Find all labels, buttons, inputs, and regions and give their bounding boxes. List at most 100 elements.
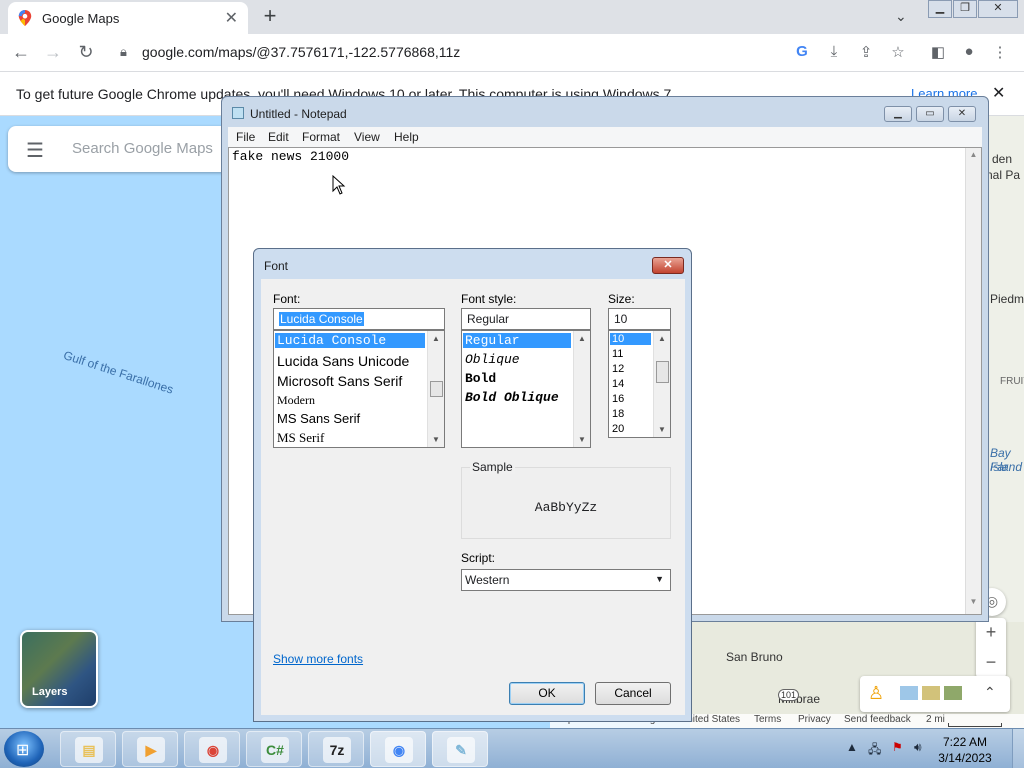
layers-button[interactable]: Layers — [20, 630, 98, 708]
script-select[interactable]: Western ▼ — [461, 569, 671, 591]
start-button[interactable]: ⊞ — [4, 731, 44, 767]
font-list-scrollbar[interactable]: ▲ ▼ — [427, 331, 444, 447]
send-feedback-link[interactable]: Send feedback — [844, 714, 911, 725]
menu-format[interactable]: Format — [302, 130, 340, 144]
notepad-minimize-icon[interactable]: ▁ — [884, 106, 912, 122]
scroll-down-icon[interactable]: ▼ — [574, 435, 590, 444]
share-icon[interactable]: ⇪ — [856, 43, 876, 61]
font-list-item[interactable]: Lucida Sans Unicode — [275, 353, 409, 369]
url-text[interactable]: google.com/maps/@37.7576171,-122.5776868… — [142, 44, 460, 60]
size-item[interactable]: 12 — [610, 363, 624, 375]
forward-icon[interactable]: → — [40, 40, 66, 66]
scroll-down-icon[interactable]: ▼ — [966, 597, 981, 606]
font-list[interactable]: Lucida Console Lucida Sans Unicode Micro… — [273, 330, 445, 448]
cancel-button[interactable]: Cancel — [595, 682, 671, 705]
show-desktop-button[interactable] — [1012, 729, 1024, 768]
infobar-close-icon[interactable]: ✕ — [992, 83, 1005, 103]
notepad-content[interactable]: fake news 21000 — [232, 149, 349, 164]
size-item[interactable]: 16 — [610, 393, 624, 405]
font-list-item[interactable]: Modern — [275, 393, 315, 408]
size-item[interactable]: 11 — [610, 348, 623, 360]
font-style-item[interactable]: Oblique — [463, 352, 520, 367]
expand-up-icon[interactable]: ⌃ — [984, 684, 996, 701]
font-dialog-close-icon[interactable]: ✕ — [652, 257, 684, 274]
size-list-scrollbar[interactable]: ▲ ▼ — [653, 331, 670, 437]
close-window-icon[interactable]: ✕ — [978, 0, 1018, 18]
profile-avatar-icon[interactable]: ● — [959, 43, 979, 60]
scroll-up-icon[interactable]: ▲ — [574, 334, 590, 343]
action-center-flag-icon[interactable]: ⚑ — [892, 740, 903, 754]
network-icon[interactable]: 🖧︎ — [868, 740, 881, 761]
new-tab-button[interactable]: + — [258, 5, 282, 29]
side-panel-icon[interactable]: ◧ — [928, 43, 948, 61]
lock-icon[interactable]: 🔒︎ — [120, 44, 127, 60]
bookmark-star-icon[interactable]: ☆ — [888, 43, 908, 61]
taskbar-app-chrome-window[interactable]: ◉ — [370, 731, 426, 767]
notepad-scrollbar[interactable]: ▲ ▼ — [965, 148, 981, 614]
install-icon[interactable]: ⤓ — [824, 43, 844, 60]
google-lens-icon[interactable]: G — [792, 43, 812, 60]
font-list-item[interactable]: MS Sans Serif — [275, 411, 360, 426]
restore-icon[interactable]: ❐ — [953, 0, 977, 18]
menu-view[interactable]: View — [354, 130, 380, 144]
notepad-maximize-icon[interactable]: ▭ — [916, 106, 944, 122]
tab-google-maps[interactable]: Google Maps ✕ — [8, 2, 248, 34]
font-style-list[interactable]: Regular Oblique Bold Bold Oblique ▲ ▼ — [461, 330, 591, 448]
back-icon[interactable]: ← — [8, 40, 34, 66]
font-list-item[interactable]: Microsoft Sans Serif — [275, 373, 402, 389]
font-list-item[interactable]: MS Serif — [275, 430, 324, 446]
scroll-up-icon[interactable]: ▲ — [654, 334, 670, 343]
size-item[interactable]: 14 — [610, 378, 624, 390]
show-hidden-icons-icon[interactable]: ▲ — [846, 740, 858, 754]
menu-help[interactable]: Help — [394, 130, 419, 144]
minimize-icon[interactable]: ▁ — [928, 0, 952, 18]
scroll-thumb[interactable] — [656, 361, 669, 383]
menu-file[interactable]: File — [236, 130, 255, 144]
taskbar-app-chrome[interactable]: ◉ — [184, 731, 240, 767]
taskbar-app-file-explorer[interactable]: ▤ — [60, 731, 116, 767]
scroll-down-icon[interactable]: ▼ — [654, 425, 670, 434]
terms-link[interactable]: Terms — [754, 714, 781, 725]
hamburger-menu-icon[interactable]: ☰ — [26, 138, 44, 163]
taskbar-app-7zip[interactable]: 7z — [308, 731, 364, 767]
show-more-fonts-link[interactable]: Show more fonts — [273, 652, 363, 666]
taskbar-app-notepad[interactable]: ✎ — [432, 731, 488, 767]
scroll-thumb[interactable] — [430, 381, 443, 397]
map-search-box[interactable]: ☰ Search Google Maps — [8, 126, 238, 172]
notepad-close-icon[interactable]: ✕ — [948, 106, 976, 122]
layer-thumbnail-icon[interactable] — [900, 686, 918, 700]
scroll-down-icon[interactable]: ▼ — [428, 435, 444, 444]
dropdown-arrow-icon[interactable]: ▼ — [655, 574, 664, 584]
scroll-up-icon[interactable]: ▲ — [966, 150, 981, 159]
font-style-item[interactable]: Bold Oblique — [463, 390, 559, 405]
size-item[interactable]: 10 — [610, 333, 651, 345]
reload-icon[interactable]: ↻ — [73, 40, 99, 66]
size-item[interactable]: 18 — [610, 408, 624, 420]
tab-search-icon[interactable]: ⌄ — [895, 8, 907, 25]
tab-close-icon[interactable]: ✕ — [225, 8, 238, 28]
taskbar-clock[interactable]: 7:22 AM 3/14/2023 — [930, 734, 1000, 766]
ok-button[interactable]: OK — [509, 682, 585, 705]
size-input[interactable]: 10 — [608, 308, 671, 330]
privacy-link[interactable]: Privacy — [798, 714, 831, 725]
taskbar-app-media-player[interactable]: ▶ — [122, 731, 178, 767]
font-style-input[interactable]: Regular — [461, 308, 591, 330]
menu-kebab-icon[interactable]: ⋮ — [990, 43, 1010, 61]
size-list[interactable]: 10 11 12 14 16 18 20 ▲ ▼ — [608, 330, 671, 438]
scroll-up-icon[interactable]: ▲ — [428, 334, 444, 343]
font-list-item[interactable]: Lucida Console — [275, 333, 425, 348]
font-name-input[interactable]: Lucida Console — [273, 308, 445, 330]
font-style-item[interactable]: Bold — [463, 371, 496, 386]
volume-icon[interactable]: 🔊︎ — [914, 740, 922, 755]
layer-thumbnail-icon[interactable] — [944, 686, 962, 700]
pegman-icon[interactable]: ♙ — [868, 683, 884, 704]
font-style-item[interactable]: Regular — [463, 333, 571, 348]
taskbar-app-csharp[interactable]: C# — [246, 731, 302, 767]
search-input[interactable]: Search Google Maps — [72, 140, 213, 157]
size-item[interactable]: 20 — [610, 423, 624, 435]
font-style-scrollbar[interactable]: ▲ ▼ — [573, 331, 590, 447]
menu-edit[interactable]: Edit — [268, 130, 289, 144]
zoom-in-button[interactable]: + — [976, 618, 1006, 648]
zoom-out-button[interactable]: − — [976, 648, 1006, 678]
layer-thumbnail-icon[interactable] — [922, 686, 940, 700]
